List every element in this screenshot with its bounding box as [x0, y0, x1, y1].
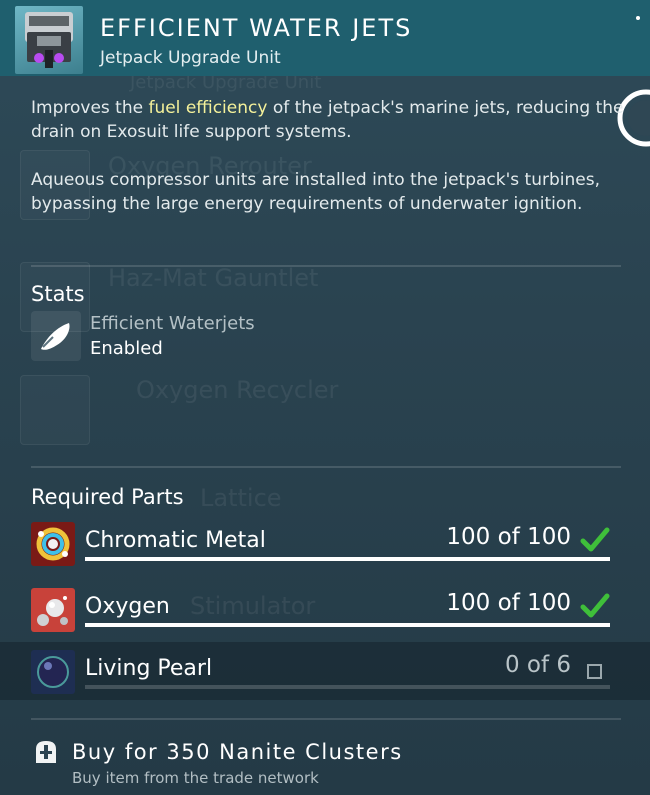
part-progress-fill: [85, 557, 610, 561]
unchecked-box-icon: [587, 664, 602, 679]
section-divider: [31, 265, 621, 267]
part-name: Oxygen: [85, 594, 170, 619]
item-title: EFFICIENT WATER JETS: [100, 14, 413, 42]
stat-value: Enabled: [90, 338, 163, 359]
item-subtitle: Jetpack Upgrade Unit: [100, 48, 281, 68]
part-amount: 0 of 6: [504, 652, 571, 678]
oxygen-icon: [31, 588, 75, 632]
chromatic-metal-icon: [31, 522, 75, 566]
jetpack-module-icon: [15, 6, 83, 74]
description-highlight: fuel efficiency: [148, 98, 268, 118]
part-row-living-pearl[interactable]: Living Pearl 0 of 6: [0, 642, 650, 700]
part-amount: 100 of 100: [446, 590, 571, 616]
part-progress-bar: [85, 685, 610, 689]
part-progress-bar: [85, 623, 610, 627]
background-item-slot: [20, 375, 90, 445]
stat-name: Efficient Waterjets: [90, 313, 255, 334]
description-text: Improves the: [31, 98, 149, 118]
trade-network-icon: [36, 741, 56, 763]
checkmark-icon: [580, 527, 610, 552]
item-header: EFFICIENT WATER JETS Jetpack Upgrade Uni…: [0, 0, 650, 76]
background-item-name: Oxygen Recycler: [136, 376, 339, 404]
part-row-oxygen[interactable]: Oxygen 100 of 100: [0, 580, 650, 638]
buy-label: Buy for 350 Nanite Clusters: [72, 740, 403, 764]
required-parts-heading: Required Parts: [31, 485, 184, 509]
part-progress-fill: [85, 623, 610, 627]
living-pearl-icon: [31, 650, 75, 694]
waterjet-icon: [31, 311, 81, 361]
indicator-dot: [636, 16, 640, 20]
part-name: Chromatic Metal: [85, 528, 266, 553]
checkmark-icon: [580, 593, 610, 618]
background-item-name: Lattice: [200, 484, 282, 512]
part-amount: 100 of 100: [446, 524, 571, 550]
part-row-chromatic-metal[interactable]: Chromatic Metal 100 of 100: [0, 514, 650, 572]
section-divider: [31, 718, 621, 720]
part-progress-bar: [85, 557, 610, 561]
background-item-name: Haz-Mat Gauntlet: [108, 264, 319, 292]
buy-sublabel: Buy item from the trade network: [72, 769, 319, 787]
part-name: Living Pearl: [85, 656, 213, 681]
stats-heading: Stats: [31, 282, 85, 306]
buy-button[interactable]: Buy for 350 Nanite Clusters Buy item fro…: [0, 722, 650, 795]
section-divider: [31, 466, 621, 468]
item-description: Improves the fuel efficiency of the jetp…: [31, 96, 631, 144]
item-lore: Aqueous compressor units are installed i…: [31, 170, 600, 214]
